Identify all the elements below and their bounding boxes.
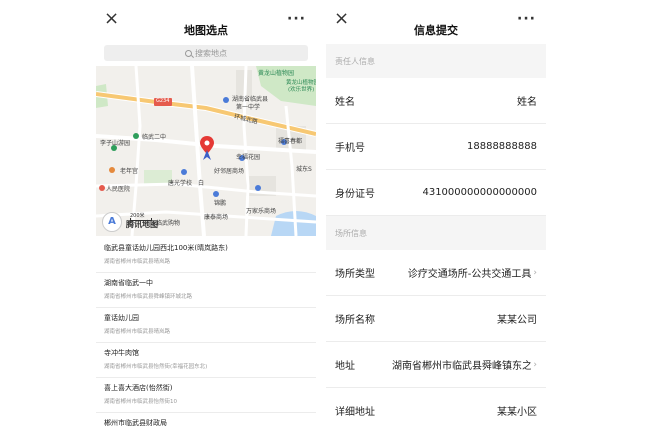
form-row-name[interactable]: 姓名 姓名	[326, 78, 546, 124]
field-label: 身份证号	[335, 189, 375, 200]
map-picker-header: × 地图选点 ···	[96, 0, 316, 40]
section-header-responsible-person: 责任人信息	[326, 44, 546, 78]
place-name: 郴州市临武县财政局	[104, 419, 167, 427]
map-label: 第一中学	[236, 104, 261, 111]
map-picker-panel: × 地图选点 ··· 搜索地点 黄龙山植物园 黄龙山植物园 (欢乐世界) 湖南省…	[96, 0, 316, 430]
search-icon	[185, 49, 192, 57]
place-item[interactable]: 童话幼儿园 湖南省郴州市临武县晴岚路	[96, 308, 316, 343]
address-select[interactable]: 湖南省郴州市临武县舜峰镇东之 ›	[392, 357, 537, 373]
place-address: 湖南省郴州市临武县晴岚路	[104, 259, 171, 265]
map-label: 老年宫	[120, 168, 139, 175]
page-title: 地图选点	[184, 24, 228, 37]
form-row-address[interactable]: 地址 湖南省郴州市临武县舜峰镇东之 ›	[326, 342, 546, 388]
location-pin-icon	[200, 136, 214, 160]
chevron-right-icon: ›	[533, 267, 537, 278]
locate-me-button[interactable]: A	[102, 212, 122, 232]
form-row-id-number[interactable]: 身份证号 431000000000000000	[326, 170, 546, 216]
map-label: (欢乐世界)	[288, 87, 315, 93]
form-row-venue-name[interactable]: 场所名称 某某公司	[326, 296, 546, 342]
phone-field[interactable]: 18888888888	[467, 141, 537, 152]
detail-address-field[interactable]: 某某小区	[497, 403, 537, 418]
map-view[interactable]: 黄龙山植物园 黄龙山植物园 (欢乐世界) 湖南省临武县 第一中学 G234 环城…	[96, 66, 316, 236]
more-icon[interactable]: ···	[287, 11, 306, 27]
id-number-field[interactable]: 431000000000000000	[422, 187, 537, 198]
place-item[interactable]: 寺冲牛肉馆 湖南省郴州市临武县怡然街(幸福花园东北)	[96, 343, 316, 378]
place-address: 湖南省郴州市临武县怡然街(幸福花园东北)	[104, 364, 208, 370]
place-list: 临武县童话幼儿园西北100米(晴岚路东) 湖南省郴州市临武县晴岚路 湖南省临武一…	[96, 238, 316, 430]
field-label: 姓名	[335, 97, 355, 108]
place-name: 寺冲牛肉馆	[104, 349, 139, 357]
map-label: 黄龙山植物园	[258, 70, 295, 77]
form-row-phone[interactable]: 手机号 18888888888	[326, 124, 546, 170]
section-header-venue: 场所信息	[326, 216, 546, 250]
place-item[interactable]: 临武县童话幼儿园西北100米(晴岚路东) 湖南省郴州市临武县晴岚路	[96, 238, 316, 273]
field-label: 地址	[335, 361, 355, 372]
place-address: 湖南省郴州市临武县怡然街10	[104, 399, 177, 405]
map-label: 唐光学校	[168, 180, 193, 187]
map-label: 人民医院	[106, 186, 131, 193]
info-submit-panel: × 信息提交 ··· 责任人信息 姓名 姓名 手机号 18888888888 身…	[326, 0, 546, 430]
place-address: 湖南省郴州市临武县舜峰镇环城北路	[104, 294, 193, 300]
field-label: 场所名称	[335, 315, 375, 326]
form-row-venue-type[interactable]: 场所类型 诊疗交通场所-公共交通工具 ›	[326, 250, 546, 296]
name-field[interactable]: 姓名	[517, 93, 537, 108]
field-label: 详细地址	[335, 407, 375, 418]
place-name: 临武县童话幼儿园西北100米(晴岚路东)	[104, 244, 228, 252]
venue-type-select[interactable]: 诊疗交通场所-公共交通工具 ›	[408, 265, 537, 281]
map-label: 城东S	[296, 166, 312, 173]
map-label: G234	[156, 98, 170, 104]
map-label: 万家乐商场	[246, 208, 277, 215]
map-label: 临武二中	[142, 134, 167, 141]
place-name: 湖南省临武一中	[104, 279, 153, 287]
map-label: 锦鹏	[214, 200, 227, 207]
map-label: 福喜春都	[278, 138, 303, 145]
map-label: 好邻居商场	[214, 168, 245, 175]
search-input[interactable]: 搜索地点	[104, 45, 308, 61]
map-label: 李子山游园	[100, 140, 131, 147]
page-title: 信息提交	[414, 24, 458, 37]
place-name: 童话幼儿园	[104, 314, 139, 322]
field-label: 手机号	[335, 143, 365, 154]
place-item[interactable]: 郴州市临武县财政局	[96, 413, 316, 430]
map-label: 临武购物	[156, 220, 181, 227]
map-brand-logo: 腾讯地图	[126, 220, 158, 229]
search-placeholder: 搜索地点	[195, 48, 227, 58]
place-item[interactable]: 喜上喜大酒店(怡然街) 湖南省郴州市临武县怡然街10	[96, 378, 316, 413]
chevron-right-icon: ›	[533, 359, 537, 370]
map-label: 幸福花园	[236, 154, 261, 161]
place-address: 湖南省郴州市临武县晴岚路	[104, 329, 171, 335]
place-item[interactable]: 湖南省临武一中 湖南省郴州市临武县舜峰镇环城北路	[96, 273, 316, 308]
info-submit-header: × 信息提交 ···	[326, 0, 546, 40]
venue-name-field[interactable]: 某某公司	[497, 311, 537, 326]
map-label: 白	[198, 180, 205, 187]
form-row-detail-address[interactable]: 详细地址 某某小区	[326, 388, 546, 430]
place-name: 喜上喜大酒店(怡然街)	[104, 384, 173, 392]
more-icon[interactable]: ···	[517, 11, 536, 27]
map-label: 康泰商场	[204, 214, 229, 221]
field-label: 场所类型	[335, 269, 375, 280]
